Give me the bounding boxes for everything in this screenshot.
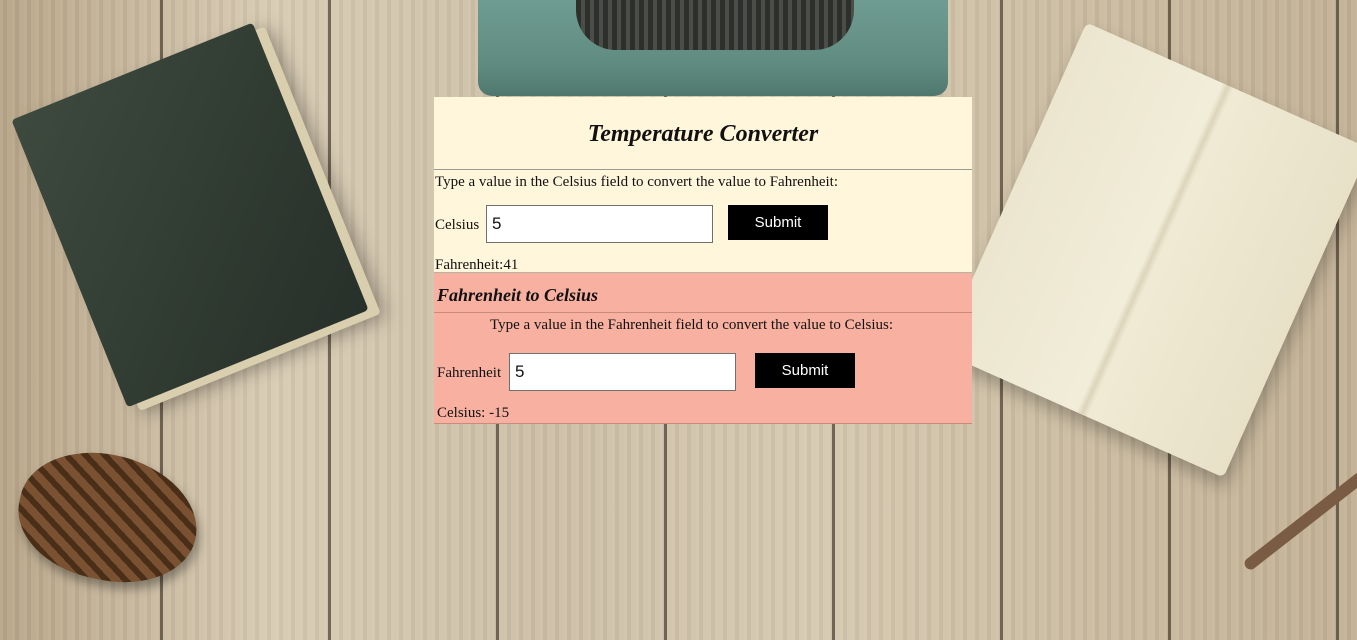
typewriter-keys [576,0,854,50]
celsius-instruction: Type a value in the Celsius field to con… [435,174,839,190]
celsius-result: Celsius: -15 [437,405,510,421]
celsius-input[interactable] [486,205,713,243]
fahrenheit-result: Fahrenheit:41 [435,257,519,273]
celsius-to-fahrenheit-panel: Temperature Converter Type a value in th… [434,97,972,273]
celsius-label: Celsius [435,217,480,233]
fahrenheit-instruction: Type a value in the Fahrenheit field to … [490,317,894,333]
fahrenheit-section-heading: Fahrenheit to Celsius [437,285,599,305]
fahrenheit-input[interactable] [509,353,736,391]
fahrenheit-submit-button[interactable]: Submit [755,353,855,388]
title-divider [434,169,972,170]
typewriter-image [478,0,948,96]
fahrenheit-label: Fahrenheit [437,365,502,381]
page-title: Temperature Converter [587,121,819,147]
fahrenheit-to-celsius-panel: Fahrenheit to Celsius Type a value in th… [434,273,972,424]
converter-card: Temperature Converter Type a value in th… [434,97,972,424]
celsius-submit-button[interactable]: Submit [728,205,828,240]
section-divider [434,312,972,313]
